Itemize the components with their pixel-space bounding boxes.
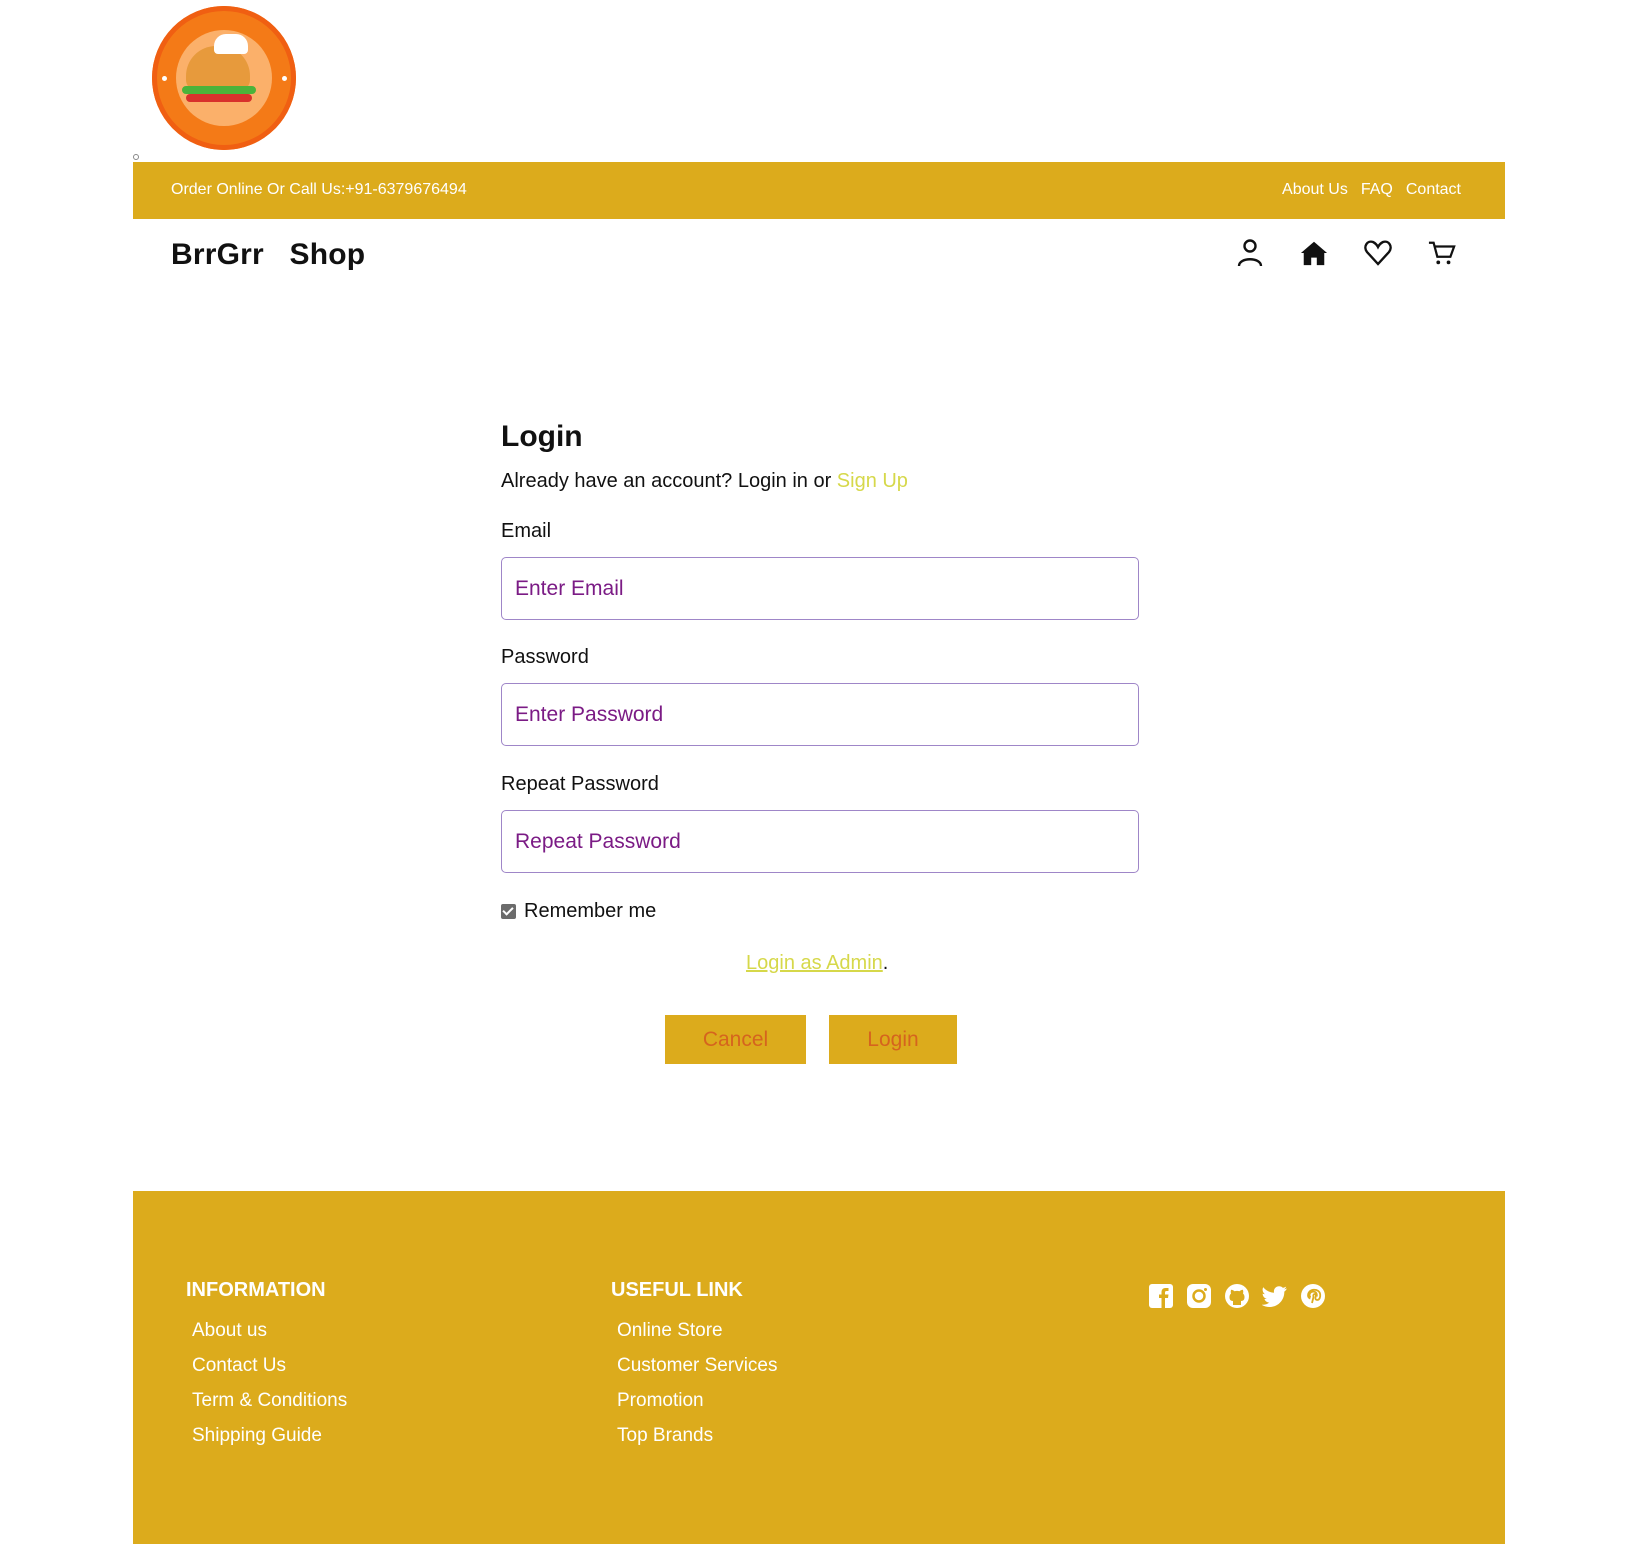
bullet-marker — [133, 154, 139, 160]
brand-name-text: BrrGrr Shop — [171, 238, 366, 271]
logo-dot — [282, 76, 287, 81]
login-subtitle: Already have an account? Login in or Sig… — [501, 470, 1141, 493]
footer-link-online-store[interactable]: Online Store — [617, 1320, 778, 1355]
password-label: Password — [501, 646, 589, 668]
footer-link-about-us[interactable]: About us — [192, 1320, 347, 1355]
admin-login-row: Login as Admin. — [746, 952, 888, 975]
logo-chef-hat — [214, 34, 248, 54]
login-button[interactable]: Login — [829, 1015, 957, 1064]
contact-text: Order Online Or Call Us:+91-6379676494 — [171, 181, 467, 198]
social-links — [1148, 1283, 1326, 1309]
footer-useful-title: USEFUL LINK — [611, 1279, 743, 1301]
login-as-admin-link[interactable]: Login as Admin — [746, 952, 883, 974]
password-input[interactable] — [501, 683, 1139, 746]
cart-icon[interactable] — [1428, 238, 1456, 268]
brand-logo[interactable] — [152, 6, 296, 150]
user-icon[interactable] — [1236, 238, 1264, 268]
top-links: About Us FAQ Contact — [1282, 181, 1461, 199]
sign-up-link[interactable]: Sign Up — [837, 470, 908, 492]
footer-link-top-brands[interactable]: Top Brands — [617, 1425, 778, 1460]
footer-link-customer-services[interactable]: Customer Services — [617, 1355, 778, 1390]
admin-period: . — [882, 952, 889, 974]
email-input[interactable] — [501, 557, 1139, 620]
footer-information-column: INFORMATION About us Contact Us Term & C… — [186, 1279, 347, 1460]
heart-icon[interactable] — [1364, 238, 1392, 268]
logo-dot — [162, 76, 167, 81]
about-us-link[interactable]: About Us — [1282, 181, 1348, 199]
remember-me-label: Remember me — [524, 900, 657, 922]
instagram-icon[interactable] — [1186, 1283, 1212, 1309]
remember-me-checkbox[interactable] — [501, 904, 516, 919]
cancel-button[interactable]: Cancel — [665, 1015, 806, 1064]
email-label: Email — [501, 520, 552, 542]
footer: INFORMATION About us Contact Us Term & C… — [133, 1191, 1505, 1544]
home-icon[interactable] — [1300, 238, 1328, 268]
logo-lettuce — [182, 86, 256, 94]
contact-link[interactable]: Contact — [1406, 181, 1461, 199]
footer-link-contact-us[interactable]: Contact Us — [192, 1355, 347, 1390]
footer-useful-column: USEFUL LINK Online Store Customer Servic… — [611, 1279, 778, 1460]
github-icon[interactable] — [1224, 1283, 1250, 1309]
repeat-password-input[interactable] — [501, 810, 1139, 873]
footer-link-promotion[interactable]: Promotion — [617, 1390, 778, 1425]
subtitle-text: Already have an account? Login in or — [501, 470, 837, 492]
nav-icons — [1236, 238, 1456, 268]
footer-information-title: INFORMATION — [186, 1279, 326, 1301]
logo-tomato — [186, 94, 252, 102]
footer-link-shipping[interactable]: Shipping Guide — [192, 1425, 347, 1460]
login-title: Login — [501, 420, 583, 453]
brand-name[interactable]: BrrGrr Shop — [171, 238, 365, 272]
remember-me: Remember me — [501, 900, 656, 923]
pinterest-icon[interactable] — [1300, 1283, 1326, 1309]
top-info-bar: Order Online Or Call Us:+91-6379676494 A… — [133, 162, 1505, 219]
footer-link-terms[interactable]: Term & Conditions — [192, 1390, 347, 1425]
twitter-icon[interactable] — [1262, 1283, 1288, 1309]
repeat-password-label: Repeat Password — [501, 773, 659, 795]
facebook-icon[interactable] — [1148, 1283, 1174, 1309]
login-form: Login Already have an account? Login in … — [501, 420, 1141, 1064]
faq-link[interactable]: FAQ — [1361, 181, 1393, 199]
